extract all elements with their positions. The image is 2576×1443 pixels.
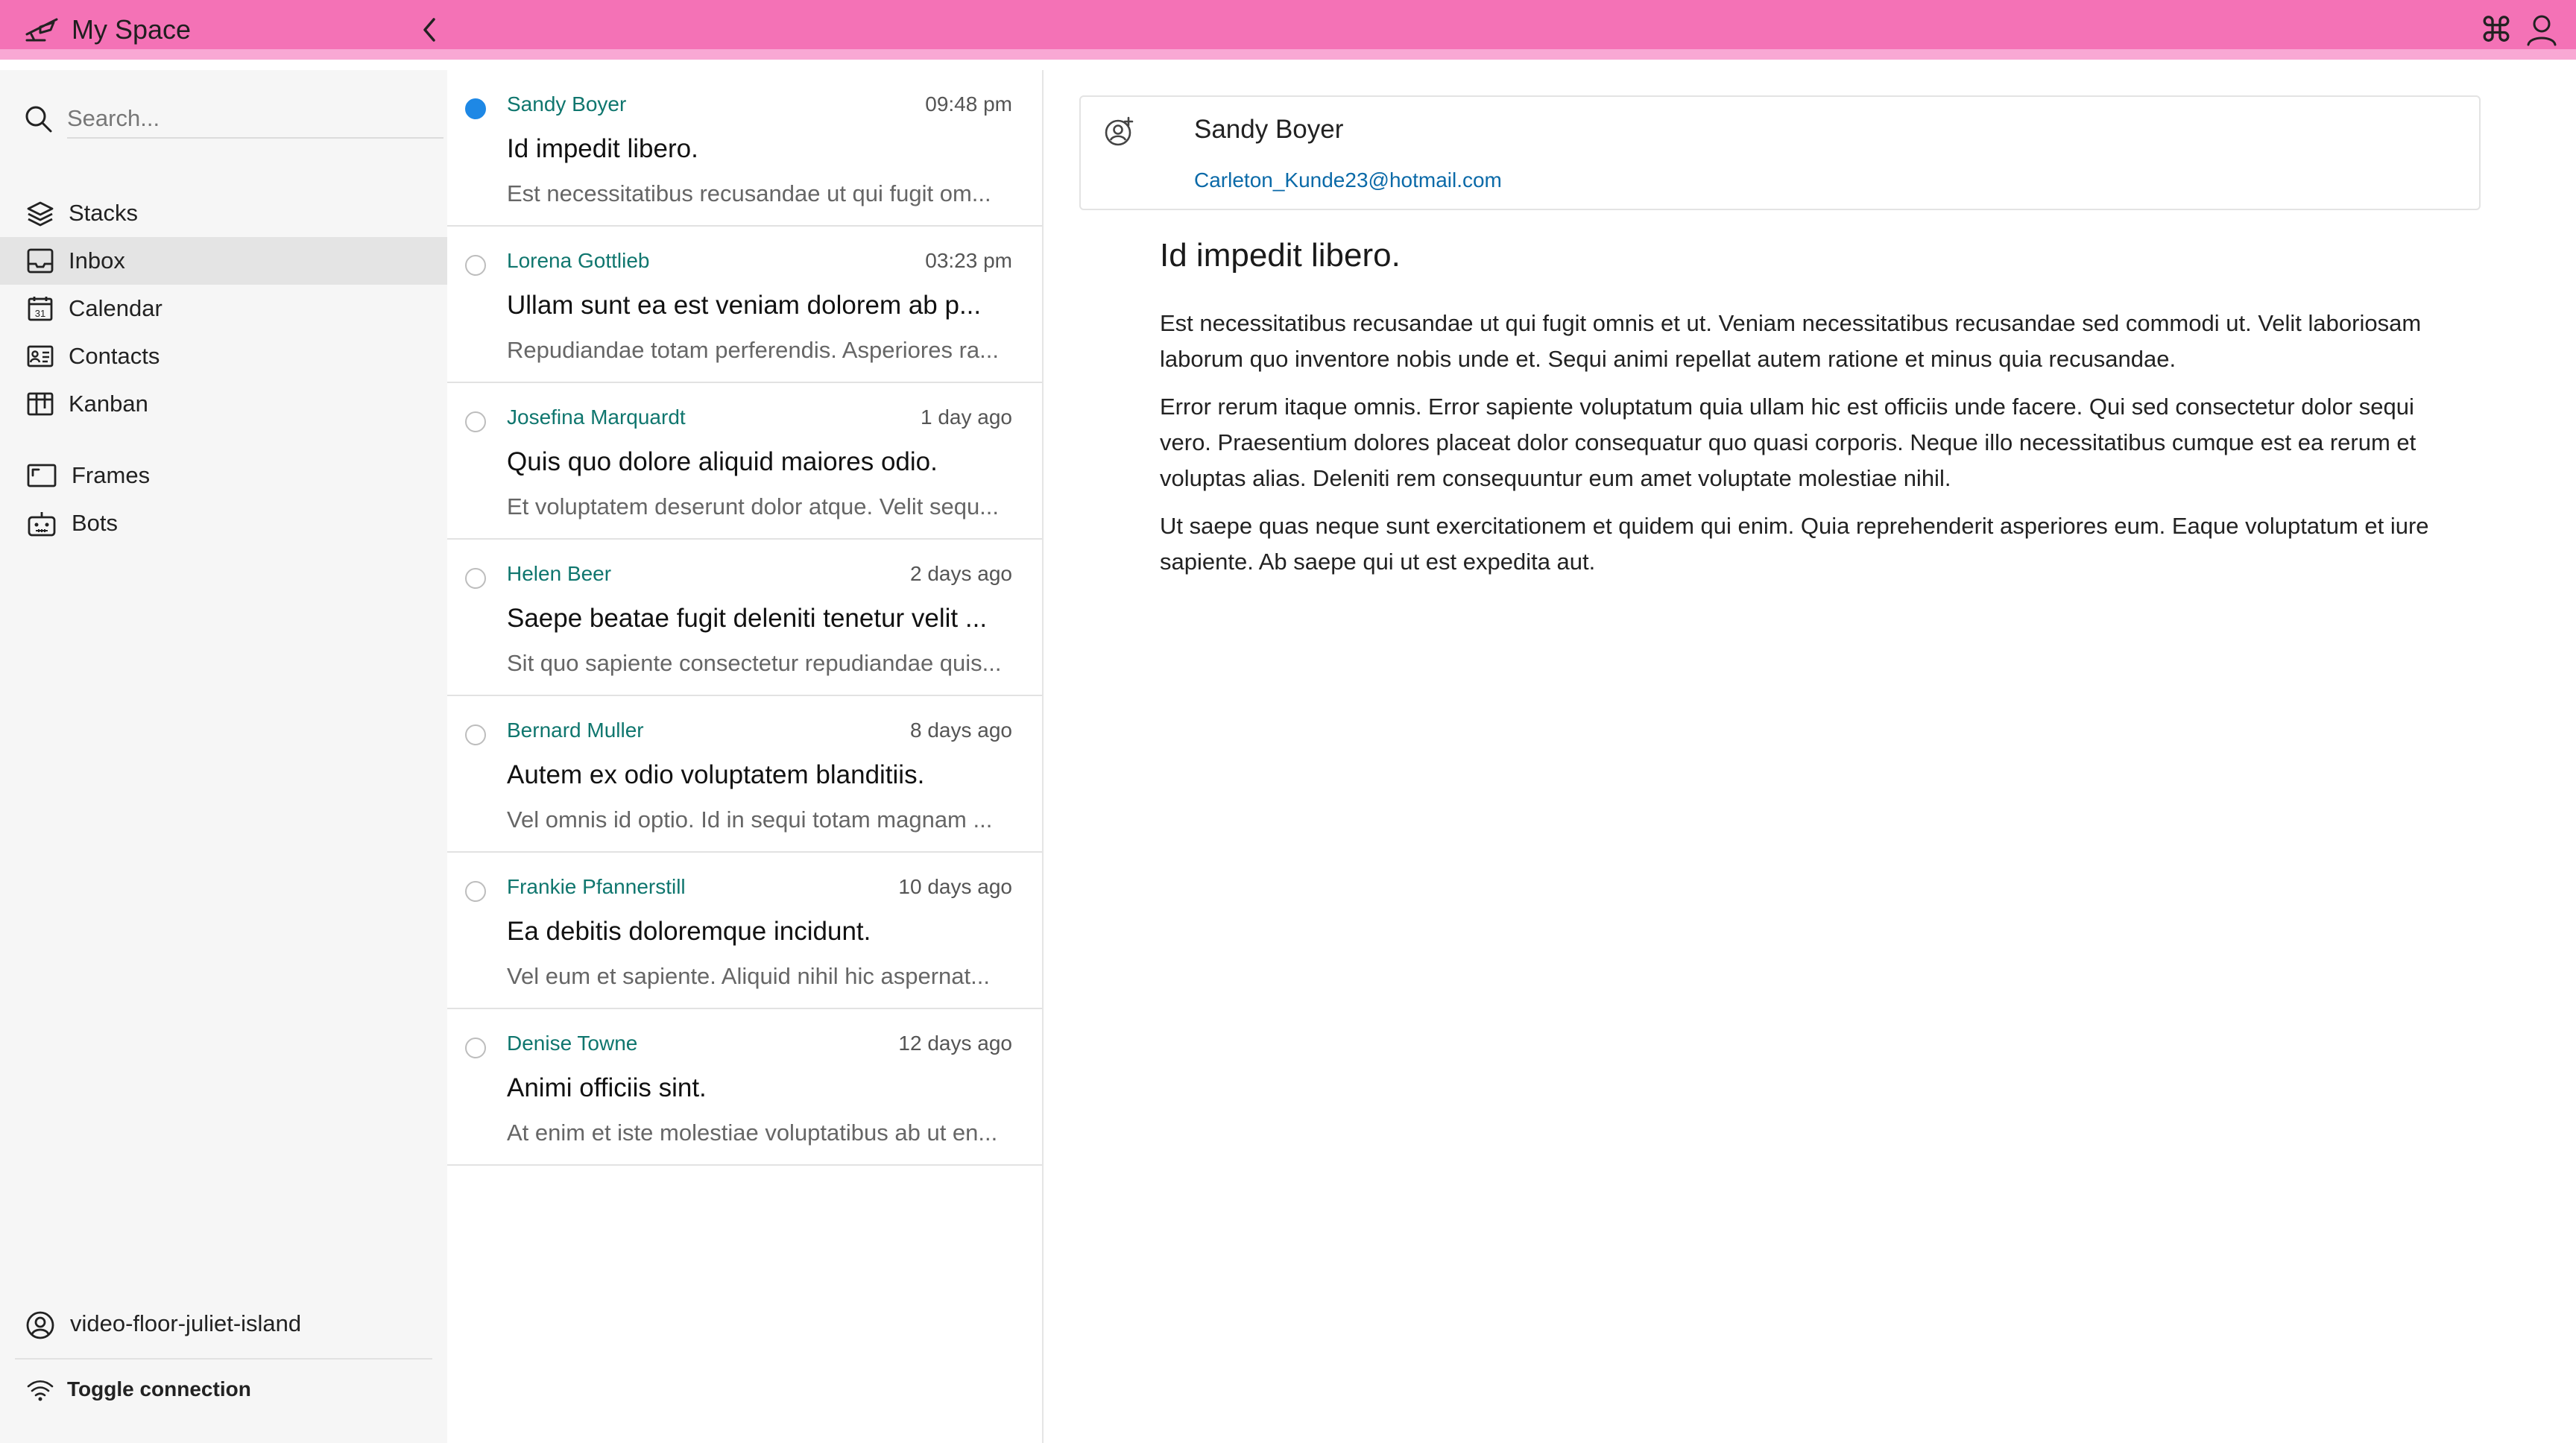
account-item[interactable]: video-floor-juliet-island [0, 1300, 447, 1348]
search-input[interactable] [67, 100, 443, 139]
message-paragraph: Ut saepe quas neque sunt exercitationem … [1160, 513, 2429, 575]
unread-indicator[interactable] [465, 411, 486, 432]
message-preview: Est necessitatibus recusandae ut qui fug… [507, 180, 991, 206]
message-sender: Josefina Marquardt [507, 405, 686, 429]
unread-indicator[interactable] [465, 568, 486, 589]
message-time: 12 days ago [898, 1032, 1012, 1055]
search-icon [25, 106, 52, 133]
collapse-chevron-icon[interactable] [414, 12, 444, 48]
top-bar: My Space ⌘ [0, 0, 2576, 60]
message-paragraph: Est necessitatibus recusandae ut qui fug… [1160, 310, 2422, 372]
message-time: 2 days ago [910, 562, 1012, 585]
toggle-connection-button[interactable]: Toggle connection [0, 1367, 447, 1412]
unread-indicator[interactable] [465, 98, 486, 119]
message-reader: Sandy Boyer Carleton_Kunde23@hotmail.com… [1044, 70, 2576, 1443]
message-preview: Repudiandae totam perferendis. Asperiore… [507, 337, 999, 363]
message-sender: Sandy Boyer [507, 92, 627, 116]
message-preview: Sit quo sapiente consectetur repudiandae… [507, 650, 1002, 676]
sidebar-item-label: Bots [72, 510, 119, 536]
contact-email-link[interactable]: Carleton_Kunde23@hotmail.com [1194, 168, 1502, 192]
unread-indicator[interactable] [465, 1038, 486, 1058]
message-time: 10 days ago [898, 875, 1012, 898]
message-subject: Autem ex odio voluptatem blanditiis. [507, 760, 925, 789]
sidebar-item-contacts[interactable]: Contacts [0, 332, 447, 380]
message-paragraph: Error rerum itaque omnis. Error sapiente… [1160, 394, 2416, 491]
sidebar-item-inbox[interactable]: Inbox [0, 237, 447, 285]
sidebar: Stacks Inbox 31 Calendar Contacts Kanban [0, 70, 447, 1443]
add-contact-icon[interactable] [1103, 115, 1136, 148]
command-icon[interactable]: ⌘ [2479, 12, 2513, 48]
message-item[interactable]: Josefina Marquardt 1 day ago Quis quo do… [447, 383, 1042, 540]
message-time: 09:48 pm [925, 92, 1012, 116]
app-logo-icon [25, 18, 58, 42]
svg-text:31: 31 [35, 308, 45, 319]
sidebar-item-stacks[interactable]: Stacks [0, 189, 447, 237]
message-list: Sandy Boyer 09:48 pm Id impedit libero. … [447, 70, 1044, 1443]
bots-icon [28, 512, 56, 537]
unread-indicator[interactable] [465, 724, 486, 745]
sidebar-item-bots[interactable]: Bots [0, 499, 447, 547]
message-item[interactable]: Helen Beer 2 days ago Saepe beatae fugit… [447, 540, 1042, 696]
message-sender: Lorena Gottlieb [507, 249, 650, 272]
message-title: Id impedit libero. [1160, 237, 1401, 274]
sidebar-item-frames[interactable]: Frames [0, 452, 447, 499]
contact-name: Sandy Boyer [1194, 115, 1344, 144]
message-sender: Frankie Pfannerstill [507, 875, 686, 898]
contacts-icon [27, 345, 54, 367]
message-item[interactable]: Sandy Boyer 09:48 pm Id impedit libero. … [447, 70, 1042, 227]
app-title: My Space [72, 14, 192, 45]
account-icon [26, 1311, 54, 1339]
user-icon[interactable] [2525, 12, 2558, 48]
unread-indicator[interactable] [465, 881, 486, 902]
message-preview: Et voluptatem deserunt dolor atque. Veli… [507, 493, 1000, 520]
wifi-icon [27, 1380, 54, 1401]
message-subject: Ullam sunt ea est veniam dolorem ab p... [507, 291, 982, 320]
message-body: Est necessitatibus recusandae ut qui fug… [1160, 306, 2472, 592]
sidebar-item-label: Frames [72, 462, 151, 488]
sidebar-item-label: Stacks [69, 200, 139, 226]
message-subject: Ea debitis doloremque incidunt. [507, 917, 871, 946]
sidebar-item-label: Contacts [69, 343, 160, 369]
message-subject: Saepe beatae fugit deleniti tenetur veli… [507, 604, 988, 633]
calendar-icon: 31 [28, 297, 53, 321]
sidebar-item-label: Calendar [69, 295, 162, 321]
divider [15, 1358, 432, 1360]
message-subject: Id impedit libero. [507, 134, 698, 163]
stacks-icon [27, 201, 54, 227]
message-item[interactable]: Frankie Pfannerstill 10 days ago Ea debi… [447, 853, 1042, 1009]
contact-card: Sandy Boyer Carleton_Kunde23@hotmail.com [1079, 95, 2481, 210]
message-subject: Animi officiis sint. [507, 1073, 707, 1102]
account-name: video-floor-juliet-island [70, 1310, 302, 1336]
message-item[interactable]: Denise Towne 12 days ago Animi officiis … [447, 1009, 1042, 1166]
message-sender: Denise Towne [507, 1032, 638, 1055]
sidebar-item-calendar[interactable]: 31 Calendar [0, 285, 447, 332]
sidebar-item-label: Kanban [69, 391, 148, 417]
message-time: 1 day ago [921, 405, 1012, 429]
inbox-icon [27, 248, 54, 274]
message-preview: Vel omnis id optio. Id in sequi totam ma… [507, 806, 993, 833]
kanban-icon [27, 392, 54, 416]
message-preview: Vel eum et sapiente. Aliquid nihil hic a… [507, 963, 990, 989]
message-item[interactable]: Lorena Gottlieb 03:23 pm Ullam sunt ea e… [447, 227, 1042, 383]
message-time: 8 days ago [910, 719, 1012, 742]
toggle-connection-label: Toggle connection [67, 1377, 251, 1401]
message-sender: Bernard Muller [507, 719, 644, 742]
search-box [22, 100, 443, 139]
message-sender: Helen Beer [507, 562, 612, 585]
message-preview: At enim et iste molestiae voluptatibus a… [507, 1120, 998, 1146]
message-time: 03:23 pm [925, 249, 1012, 272]
frames-icon [27, 464, 57, 487]
sidebar-item-label: Inbox [69, 247, 125, 274]
message-item[interactable]: Bernard Muller 8 days ago Autem ex odio … [447, 696, 1042, 853]
message-subject: Quis quo dolore aliquid maiores odio. [507, 447, 938, 476]
sidebar-item-kanban[interactable]: Kanban [0, 380, 447, 428]
unread-indicator[interactable] [465, 255, 486, 276]
